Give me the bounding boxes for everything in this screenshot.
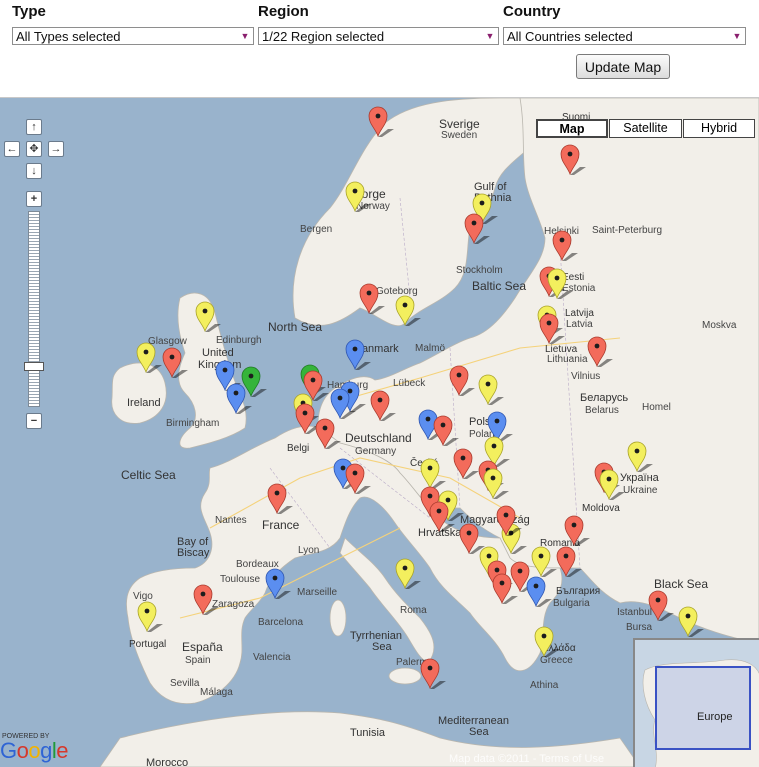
map-place-label: Nantes [215, 515, 247, 526]
map-place-label: Belgi [287, 443, 309, 454]
landmass-sicily [388, 667, 422, 685]
overview-region-label: Europe [697, 711, 733, 723]
terms-of-use-link[interactable]: Terms of Use [539, 753, 604, 765]
map-place-label: España [182, 640, 223, 654]
map-place-label: България [556, 586, 600, 597]
chevron-down-icon[interactable]: ▼ [729, 28, 745, 44]
landmass-sardinia [329, 599, 347, 637]
yellow-location-marker-icon[interactable] [395, 558, 421, 590]
region-select[interactable]: 1/22 Region selected ▼ [258, 27, 499, 45]
zoom-slider-track[interactable] [28, 211, 40, 407]
map-place-label: France [262, 518, 300, 532]
map-place-label: Lübeck [393, 378, 426, 389]
map-place-label: Lyon [298, 545, 319, 556]
map-canvas[interactable]: Sverige Sweden Suomi Norge Norway Bergen Gulf … [0, 97, 759, 767]
map-place-label: Zaragoza [212, 599, 255, 610]
map-place-label: Celtic Sea [121, 468, 176, 482]
map-place-label: Moskva [702, 320, 737, 331]
map-place-label: Sea [469, 726, 489, 738]
country-select[interactable]: All Countries selected ▼ [503, 27, 746, 45]
map-place-label: Belarus [585, 405, 619, 416]
zoom-out-button[interactable]: − [26, 413, 42, 429]
map-place-label: Roma [400, 605, 427, 616]
map-place-label: United [202, 347, 234, 359]
chevron-down-icon[interactable]: ▼ [237, 28, 253, 44]
map-place-label: Athina [530, 680, 559, 691]
red-location-marker-icon[interactable] [420, 658, 446, 690]
map-place-label: Bursa [626, 622, 653, 633]
region-label: Region [258, 3, 309, 20]
chevron-down-icon[interactable]: ▼ [482, 28, 498, 44]
green-location-marker-icon[interactable] [241, 366, 267, 398]
map-place-label: Istanbul [617, 607, 652, 618]
map-place-label: Valencia [253, 652, 291, 663]
country-label: Country [503, 3, 561, 20]
region-select-value: 1/22 Region selected [262, 29, 385, 44]
zoom-slider-handle[interactable] [24, 362, 44, 371]
map-place-label: Tunisia [350, 727, 386, 739]
pan-left-icon[interactable]: ← [4, 141, 20, 157]
map-place-label: North Sea [268, 320, 322, 334]
landmass-ireland [111, 362, 167, 424]
map-place-label: Black Sea [654, 577, 708, 591]
map-place-label: Toulouse [220, 574, 260, 585]
update-map-button[interactable]: Update Map [576, 54, 670, 79]
map-place-label: Edinburgh [216, 335, 262, 346]
pan-right-icon[interactable]: → [48, 141, 64, 157]
map-place-label: Birmingham [166, 418, 219, 429]
type-label: Type [12, 3, 46, 20]
overview-map[interactable]: Europe [633, 638, 759, 767]
map-place-label: Glasgow [148, 336, 188, 347]
zoom-in-button[interactable]: + [26, 191, 42, 207]
country-select-value: All Countries selected [507, 29, 633, 44]
attribution-separator: - [529, 753, 540, 765]
pan-down-icon[interactable]: ↓ [26, 163, 42, 179]
map-place-label: Deutschland [345, 431, 412, 445]
map-place-label: Goteborg [376, 286, 418, 297]
map-place-label: Barcelona [258, 617, 303, 628]
map-place-label: Biscay [177, 547, 210, 559]
map-type-satellite[interactable]: Satellite [609, 119, 682, 138]
map-place-label: Saint-Peterburg [592, 225, 662, 236]
map-place-label: Ukraine [623, 485, 658, 496]
map-place-label: Malmö [415, 343, 445, 354]
map-place-label: Sweden [441, 130, 477, 141]
map-place-label: Lithuania [547, 354, 588, 365]
map-data-text: Map data ©2011 [449, 753, 530, 765]
google-logo: Google [0, 738, 69, 763]
map-place-label: Sverige [439, 117, 480, 131]
map-place-label: Vilnius [571, 371, 600, 382]
pan-center-icon[interactable]: ✥ [26, 141, 42, 157]
map-place-label: Baltic Sea [472, 279, 526, 293]
map-place-label: Moldova [582, 503, 620, 514]
map-place-label: Stockholm [456, 265, 503, 276]
map-attribution: Map data ©2011 - Terms of Use [449, 753, 604, 765]
overview-viewport[interactable] [655, 666, 751, 750]
type-select-value: All Types selected [16, 29, 121, 44]
map-type-hybrid[interactable]: Hybrid [683, 119, 755, 138]
map-type-map[interactable]: Map [536, 119, 608, 138]
map-place-label: Marseille [297, 587, 337, 598]
map-place-label: Latvija [565, 308, 594, 319]
map-place-label: Homel [642, 402, 671, 413]
map-place-label: Germany [355, 446, 396, 457]
pan-up-icon[interactable]: ↑ [26, 119, 42, 135]
map-place-label: Portugal [129, 639, 166, 650]
map-place-label: Málaga [200, 687, 233, 698]
map-place-label: Ireland [127, 397, 161, 409]
map-place-label: Latvia [566, 319, 593, 330]
map-place-label: Bergen [300, 224, 332, 235]
type-select[interactable]: All Types selected ▼ [12, 27, 254, 45]
map-place-label: Sea [372, 641, 392, 653]
map-place-label: Bulgaria [553, 598, 590, 609]
map-place-label: Україна [620, 472, 660, 484]
map-place-label: Spain [185, 655, 211, 666]
map-place-label: Bordeaux [236, 559, 279, 570]
map-place-label: Беларусь [580, 392, 628, 404]
map-place-label: Vigo [133, 591, 153, 602]
map-place-label: Sevilla [170, 678, 200, 689]
